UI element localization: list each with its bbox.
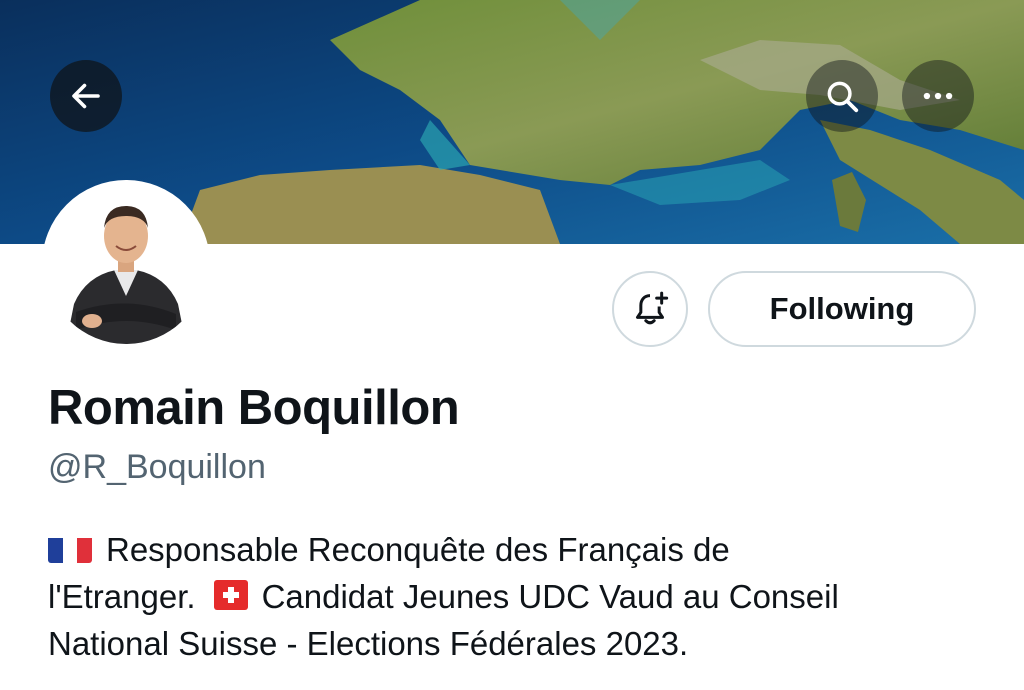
bio-line: l'Etranger. Candidat Jeunes UDC Vaud au C…	[48, 573, 998, 620]
bio-line: Responsable Reconquête des Français de	[48, 526, 998, 573]
profile-avatar[interactable]	[42, 180, 210, 348]
bio-text: l'Etranger.	[48, 578, 196, 615]
bio-text: National Suisse - Elections Fédérales 20…	[48, 625, 689, 662]
bell-plus-icon	[636, 291, 669, 325]
profile-bio: Responsable Reconquête des Français de l…	[48, 526, 998, 667]
back-button[interactable]	[50, 60, 122, 132]
more-horizontal-icon	[923, 92, 953, 100]
arrow-left-icon	[72, 83, 100, 109]
france-flag-icon	[48, 533, 92, 563]
notifications-button[interactable]	[612, 271, 688, 347]
bio-text: Responsable Reconquête des Français de	[106, 531, 730, 568]
profile-photo	[46, 184, 206, 344]
switzerland-flag-icon	[213, 580, 248, 610]
following-button-label: Following	[769, 291, 915, 326]
profile-handle: @R_Boquillon	[48, 448, 266, 486]
search-icon	[827, 81, 859, 113]
following-button[interactable]: Following	[708, 271, 976, 347]
more-options-button[interactable]	[902, 60, 974, 132]
profile-display-name: Romain Boquillon	[48, 381, 460, 435]
search-button[interactable]	[806, 60, 878, 132]
bio-text: Candidat Jeunes UDC Vaud au Conseil	[261, 578, 839, 615]
bio-line: National Suisse - Elections Fédérales 20…	[48, 620, 998, 667]
